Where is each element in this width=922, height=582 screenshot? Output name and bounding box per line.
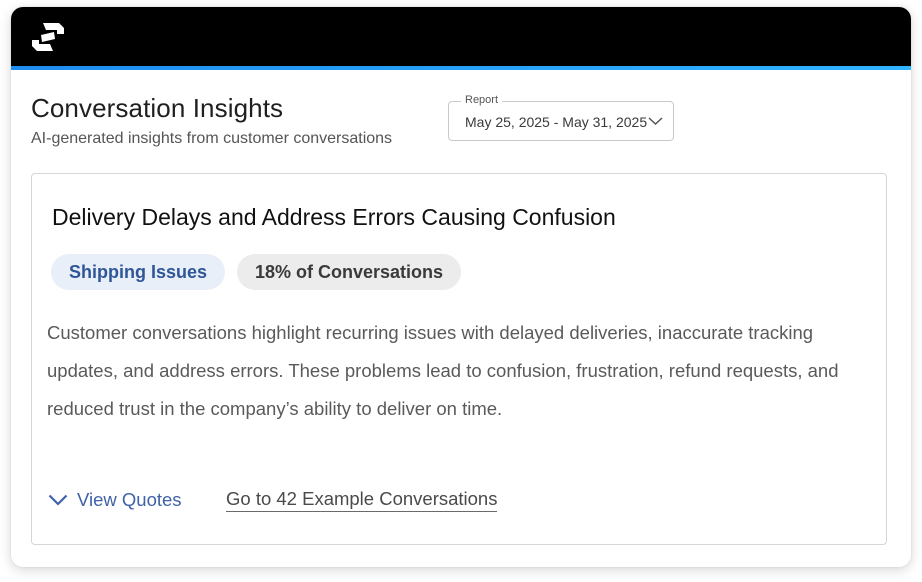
insight-summary: Customer conversations highlight recurri… — [47, 322, 839, 419]
top-bar — [11, 7, 911, 66]
report-date-range: May 25, 2025 - May 31, 2025 — [465, 114, 648, 130]
accent-line — [11, 66, 911, 70]
page-subtitle: AI-generated insights from customer conv… — [31, 130, 393, 147]
chevron-down-icon — [648, 117, 663, 126]
brand-logo-icon[interactable] — [30, 20, 66, 54]
insight-card: Delivery Delays and Address Errors Causi… — [31, 173, 887, 545]
example-conversations-link[interactable]: Go to 42 Example Conversations — [226, 488, 498, 512]
report-date-select[interactable]: Report May 25, 2025 - May 31, 2025 — [448, 94, 674, 141]
view-quotes-label: View Quotes — [77, 489, 182, 510]
view-quotes-button[interactable]: View Quotes — [48, 487, 182, 513]
chevron-down-icon — [48, 494, 68, 506]
app-window: Conversation Insights AI-generated insig… — [11, 7, 911, 567]
share-badge: 18% of Conversations — [237, 254, 462, 290]
page-title: Conversation Insights — [31, 93, 284, 123]
report-label: Report — [461, 94, 503, 106]
category-badge: Shipping Issues — [51, 254, 226, 290]
insight-title: Delivery Delays and Address Errors Causi… — [52, 204, 616, 230]
